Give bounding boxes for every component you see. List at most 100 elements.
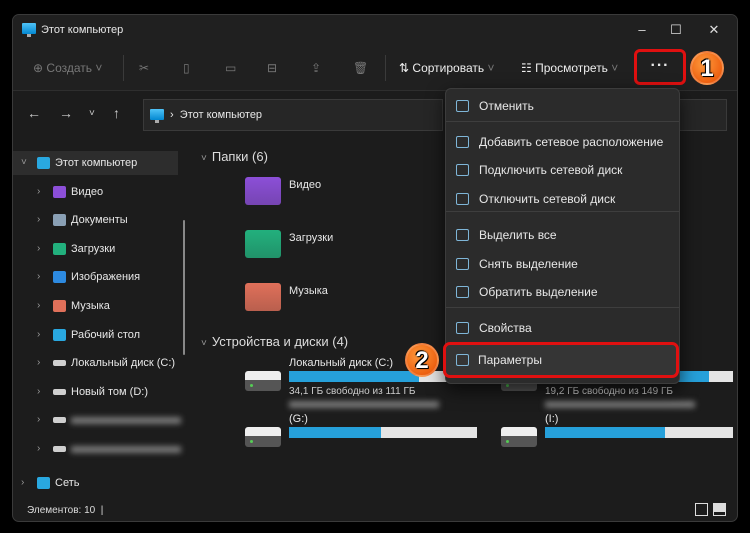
drive-name: (G:) — [289, 413, 308, 425]
folder-options-icon — [456, 354, 469, 366]
folder-name[interactable]: Загрузки — [289, 232, 333, 244]
select-none-icon — [456, 258, 469, 270]
address-bar[interactable]: › Этот компьютер — [143, 99, 443, 131]
sidebar-item[interactable]: › Рабочий стол — [13, 323, 178, 347]
sidebar-item-label: Изображения — [71, 271, 141, 284]
view-list-icon: ☷ — [521, 61, 532, 75]
chevron-right-icon[interactable]: › — [37, 437, 40, 461]
large-icons-view-button[interactable] — [713, 503, 726, 516]
add-network-location-icon — [456, 136, 469, 148]
menu-item-label: Отключить сетевой диск — [479, 192, 616, 206]
menu-item[interactable]: Отменить — [450, 93, 676, 119]
sidebar-item[interactable]: › Документы — [13, 208, 178, 232]
pc-icon — [37, 157, 50, 169]
share-button[interactable]: ⇪ — [311, 57, 321, 79]
breadcrumb-item[interactable]: Этот компьютер — [180, 109, 262, 121]
plus-icon: ⊕ — [33, 61, 44, 75]
menu-item[interactable]: Параметры — [443, 342, 679, 378]
maximize-button[interactable]: ☐ — [661, 19, 691, 41]
cut-button[interactable]: ✂ — [139, 57, 149, 79]
breadcrumb-separator: › — [170, 109, 174, 121]
network-icon — [37, 477, 50, 489]
menu-item-label: Подключить сетевой диск — [479, 163, 623, 177]
navigation-pane: ˅ Этот компьютер › Видео › Документы › Загрузки… — [13, 139, 191, 495]
sidebar-item[interactable]: › Музыка — [13, 294, 178, 318]
drives-section-header[interactable]: ˅ Устройства и диски (4) — [201, 334, 348, 349]
paste-button[interactable]: ▭ — [225, 57, 236, 79]
menu-item-label: Свойства — [479, 321, 532, 335]
menu-item[interactable]: Обратить выделение — [450, 279, 676, 305]
menu-item[interactable]: Снять выделение — [450, 251, 676, 277]
sidebar-item[interactable]: › Локальный диск (C:) — [13, 351, 178, 375]
step-1-badge: 1 — [690, 51, 724, 85]
chevron-down-icon[interactable]: ˅ — [21, 151, 27, 175]
sidebar-item[interactable]: › Сеть — [13, 471, 178, 495]
menu-item[interactable]: Выделить все — [450, 222, 676, 248]
drive-tile[interactable]: (I:) — [501, 401, 737, 473]
folder-name[interactable]: Видео — [289, 179, 321, 191]
close-button[interactable]: ✕ — [699, 19, 729, 41]
sidebar-item-label: Новый том (D:) — [71, 385, 148, 398]
search-input[interactable] — [679, 99, 727, 131]
drive-icon — [245, 371, 281, 391]
chevron-right-icon[interactable]: › — [37, 351, 40, 375]
minimize-button[interactable]: – — [627, 19, 657, 41]
sidebar-item[interactable]: › Загрузки — [13, 237, 178, 261]
chevron-right-icon[interactable]: › — [21, 471, 24, 495]
drive-tile[interactable]: (G:) — [245, 401, 485, 473]
drive-icon — [245, 427, 281, 447]
chevron-right-icon[interactable]: › — [37, 294, 40, 318]
step-2-badge: 2 — [405, 343, 439, 377]
folder-icon[interactable] — [245, 283, 281, 311]
sort-button[interactable]: ⇅ Сортировать ˅ — [399, 57, 494, 79]
disconnect-network-drive-icon — [456, 193, 469, 205]
sidebar-item-label: Этот компьютер — [55, 157, 138, 169]
copy-button[interactable]: ▯ — [183, 57, 190, 79]
recent-locations-button[interactable]: ˅ — [89, 108, 95, 119]
see-more-menu: Отменить Добавить сетевое расположение Под… — [443, 88, 680, 384]
title-bar: Этот компьютер – ☐ ✕ — [13, 15, 737, 45]
documents-icon — [53, 214, 66, 227]
command-bar: ⊕ Создать ˅ ✂ ▯ ▭ ⊟ ⇪ 🗑 ⇅ Сортировать ˅ … — [13, 45, 737, 91]
back-button[interactable]: ← — [27, 105, 41, 121]
drive-icon — [53, 388, 66, 395]
menu-item[interactable]: Подключить сетевой диск — [450, 157, 676, 183]
chevron-right-icon[interactable]: › — [37, 180, 40, 204]
window-title: Этот компьютер — [41, 24, 124, 36]
folder-icon[interactable] — [245, 177, 281, 205]
map-network-drive-icon — [456, 164, 469, 176]
chevron-right-icon[interactable]: › — [37, 323, 40, 347]
folder-icon[interactable] — [245, 230, 281, 258]
details-view-button[interactable] — [695, 503, 708, 516]
create-label: Создать — [46, 61, 93, 75]
sidebar-item[interactable]: › — [13, 408, 181, 432]
sidebar-item[interactable]: › Новый том (D:) — [13, 380, 178, 404]
chevron-right-icon[interactable]: › — [37, 408, 40, 432]
sidebar-item[interactable]: › Изображения — [13, 265, 178, 289]
view-button[interactable]: ☷ Просмотреть ˅ — [521, 57, 618, 79]
divider — [385, 55, 386, 81]
rename-button[interactable]: ⊟ — [267, 57, 277, 79]
menu-item[interactable]: Отключить сетевой диск — [450, 186, 676, 212]
chevron-right-icon[interactable]: › — [37, 237, 40, 261]
chevron-right-icon[interactable]: › — [37, 208, 40, 232]
sidebar-item[interactable]: › — [13, 437, 181, 461]
folders-section-header[interactable]: ˅ Папки (6) — [201, 149, 268, 164]
delete-button[interactable]: 🗑 — [353, 57, 368, 79]
menu-item[interactable]: Добавить сетевое расположение — [450, 129, 676, 155]
chevron-right-icon[interactable]: › — [37, 265, 40, 289]
item-count: Элементов: 10 — [27, 505, 96, 516]
sidebar-item[interactable]: ˅ Этот компьютер — [13, 151, 178, 175]
menu-item-label: Снять выделение — [479, 257, 578, 271]
menu-item-label: Параметры — [478, 353, 542, 367]
up-button[interactable]: ↑ — [113, 105, 120, 121]
see-more-button[interactable]: ··· — [634, 49, 686, 85]
chevron-right-icon[interactable]: › — [37, 380, 40, 404]
menu-item[interactable]: Свойства — [450, 315, 676, 341]
menu-item-label: Отменить — [479, 99, 534, 113]
sidebar-scrollbar[interactable] — [183, 220, 185, 355]
create-button[interactable]: ⊕ Создать ˅ — [33, 57, 102, 79]
folder-name[interactable]: Музыка — [289, 285, 328, 297]
forward-button[interactable]: → — [59, 105, 73, 121]
sidebar-item[interactable]: › Видео — [13, 180, 178, 204]
